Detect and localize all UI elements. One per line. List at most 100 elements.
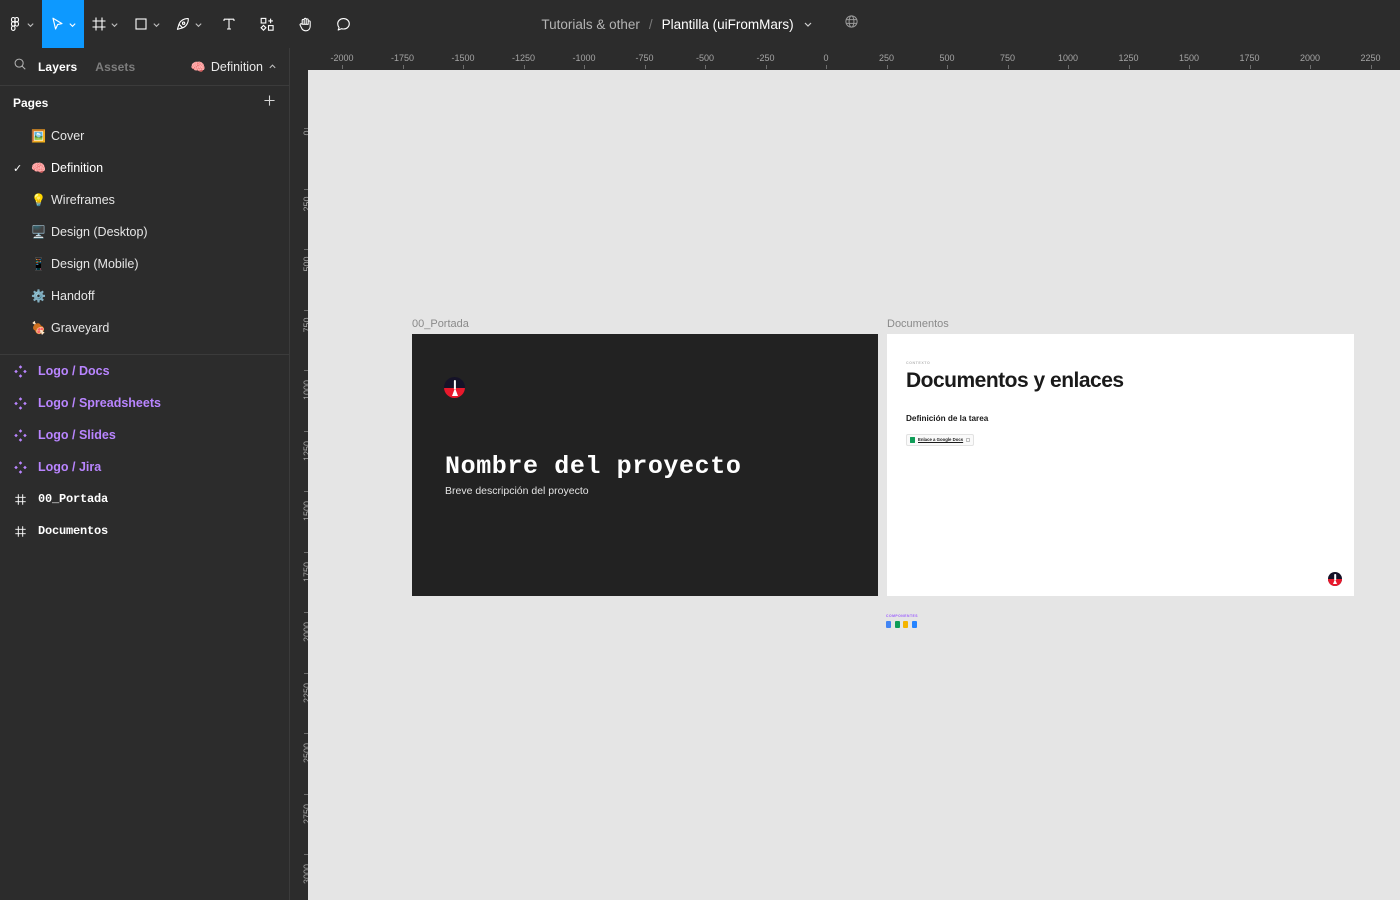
ruler-tick bbox=[1068, 65, 1069, 69]
google-docs-link-label[interactable]: Enlace a Google Docs bbox=[918, 437, 963, 442]
ruler-tick bbox=[304, 370, 308, 371]
globe-icon[interactable] bbox=[844, 14, 859, 34]
page-selector-label: Definition bbox=[210, 59, 263, 74]
ruler-tick bbox=[304, 491, 308, 492]
layer-item-logo-spreadsheets[interactable]: Logo / Spreadsheets bbox=[0, 387, 289, 419]
tab-layers[interactable]: Layers bbox=[38, 60, 77, 74]
components-cluster-icons bbox=[886, 621, 926, 628]
brain-emoji-icon: 🧠 bbox=[190, 59, 206, 74]
move-tool-button[interactable] bbox=[42, 0, 84, 48]
logo-docs-icon bbox=[886, 621, 891, 628]
design-canvas[interactable]: 00_Portada Nombre del proyecto Breve des… bbox=[308, 70, 1400, 900]
chevron-down-icon[interactable] bbox=[68, 20, 77, 29]
horizontal-ruler[interactable]: -2000 -1750 -1500 -1250 -1000 -750 -500 -250 0 25… bbox=[308, 48, 1400, 70]
pen-tool-button[interactable] bbox=[168, 0, 210, 48]
frame-icon bbox=[14, 525, 38, 538]
google-docs-link-row[interactable]: Enlace a Google Docs bbox=[906, 434, 975, 446]
ruler-tick bbox=[402, 65, 404, 69]
page-item-label: Design (Mobile) bbox=[51, 257, 139, 271]
layer-item-label: Logo / Spreadsheets bbox=[38, 396, 161, 410]
page-item-definition[interactable]: ✓ 🧠 Definition bbox=[0, 152, 289, 184]
comment-tool-button[interactable] bbox=[324, 0, 362, 48]
layer-item-logo-slides[interactable]: Logo / Slides bbox=[0, 419, 289, 451]
page-item-graveyard[interactable]: 🍖 Graveyard bbox=[0, 312, 289, 344]
page-item-label: Wireframes bbox=[51, 193, 115, 207]
ruler-label: 2250 bbox=[1360, 53, 1381, 63]
vertical-ruler[interactable]: 0 250 500 750 1000 1250 1500 1750 2000 2250 2500 27… bbox=[290, 70, 308, 900]
chevron-down-icon[interactable] bbox=[26, 20, 35, 29]
layer-item-documentos[interactable]: Documentos bbox=[0, 515, 289, 547]
layer-item-logo-docs[interactable]: Logo / Docs bbox=[0, 355, 289, 387]
tab-assets[interactable]: Assets bbox=[95, 60, 135, 74]
panel-header: Layers Assets 🧠 Definition bbox=[0, 48, 289, 86]
figma-menu-icon-button[interactable] bbox=[0, 0, 42, 48]
resources-tool-button[interactable] bbox=[248, 0, 286, 48]
ruler-tick bbox=[705, 65, 706, 69]
ruler-tick bbox=[644, 65, 646, 69]
layer-item-00-portada[interactable]: 00_Portada bbox=[0, 483, 289, 515]
chevron-down-icon[interactable] bbox=[152, 20, 161, 29]
page-item-label: Design (Desktop) bbox=[51, 225, 148, 239]
frame-documentos[interactable]: CONTEXTO Documentos y enlaces Definición… bbox=[887, 334, 1354, 596]
hand-tool-button[interactable] bbox=[286, 0, 324, 48]
layer-item-label: 00_Portada bbox=[38, 492, 109, 506]
google-docs-icon bbox=[910, 436, 915, 443]
ruler-tick bbox=[1007, 65, 1009, 69]
text-tool-button[interactable] bbox=[210, 0, 248, 48]
frame-icon bbox=[15, 493, 26, 505]
ruler-label: 0 bbox=[302, 131, 308, 136]
layer-item-label: Logo / Docs bbox=[38, 364, 110, 378]
ruler-tick bbox=[765, 65, 767, 69]
ruler-label: 500 bbox=[302, 256, 308, 272]
copy-icon[interactable] bbox=[966, 437, 971, 442]
frame-label-portada[interactable]: 00_Portada bbox=[412, 318, 469, 330]
ruler-label: 1500 bbox=[1178, 53, 1200, 63]
documentos-eyebrow: CONTEXTO bbox=[906, 361, 931, 365]
ruler-label: 2250 bbox=[302, 682, 308, 703]
page-item-label: Definition bbox=[51, 161, 104, 175]
chevron-up-icon bbox=[269, 64, 276, 69]
page-item-cover[interactable]: 🖼️ Cover bbox=[0, 120, 289, 152]
ruler-tick bbox=[304, 612, 308, 613]
ruler-label: 1750 bbox=[1239, 53, 1260, 63]
frame-icon bbox=[14, 493, 38, 506]
components-cluster-title: COMPONENTES bbox=[886, 614, 919, 618]
breadcrumb-project[interactable]: Tutorials & other bbox=[541, 17, 640, 32]
shape-tool-button[interactable] bbox=[126, 0, 168, 48]
page-emoji-icon: 🧠 bbox=[31, 161, 46, 175]
layer-item-label: Logo / Slides bbox=[38, 428, 116, 442]
page-item-wireframes[interactable]: 💡 Wireframes bbox=[0, 184, 289, 216]
ruler-tick bbox=[304, 551, 308, 553]
chevron-down-icon[interactable] bbox=[110, 20, 119, 29]
chevron-down-icon[interactable] bbox=[194, 20, 203, 29]
frame-tool-button[interactable] bbox=[84, 0, 126, 48]
search-icon[interactable] bbox=[13, 57, 27, 76]
ruler-label: 250 bbox=[878, 53, 895, 63]
components-cluster[interactable]: COMPONENTES bbox=[886, 614, 926, 628]
ruler-tick bbox=[1249, 65, 1251, 69]
ruler-tick bbox=[523, 65, 525, 69]
logo-jira-icon bbox=[911, 621, 917, 628]
page-item-handoff[interactable]: ⚙️ Handoff bbox=[0, 280, 289, 312]
frame-00-portada[interactable]: Nombre del proyecto Breve descripción de… bbox=[412, 334, 878, 596]
page-item-design-desktop[interactable]: 🖥️ Design (Desktop) bbox=[0, 216, 289, 248]
ruler-tick bbox=[584, 65, 585, 69]
ruler-tick bbox=[304, 128, 308, 129]
page-selector[interactable]: 🧠 Definition bbox=[191, 60, 277, 74]
page-item-design-mobile[interactable]: 📱 Design (Mobile) bbox=[0, 248, 289, 280]
ruler-tick bbox=[1370, 65, 1372, 69]
ruler-label: -1750 bbox=[390, 53, 415, 63]
documentos-section-heading: Definición de la tarea bbox=[906, 414, 989, 423]
ruler-label: 1000 bbox=[302, 380, 308, 401]
frame-label-documentos[interactable]: Documentos bbox=[887, 318, 949, 330]
project-logo-icon bbox=[444, 377, 465, 398]
ruler-tick bbox=[304, 672, 308, 674]
add-page-button[interactable] bbox=[262, 93, 277, 113]
logo-slides-icon bbox=[903, 621, 908, 628]
layer-item-logo-jira[interactable]: Logo / Jira bbox=[0, 451, 289, 483]
file-menu-chevron-down-icon[interactable] bbox=[803, 19, 813, 29]
page-item-label: Graveyard bbox=[51, 321, 110, 335]
ruler-tick bbox=[304, 854, 308, 855]
ruler-label: 2750 bbox=[302, 803, 308, 824]
file-name-label[interactable]: Plantilla (uiFromMars) bbox=[662, 17, 794, 32]
